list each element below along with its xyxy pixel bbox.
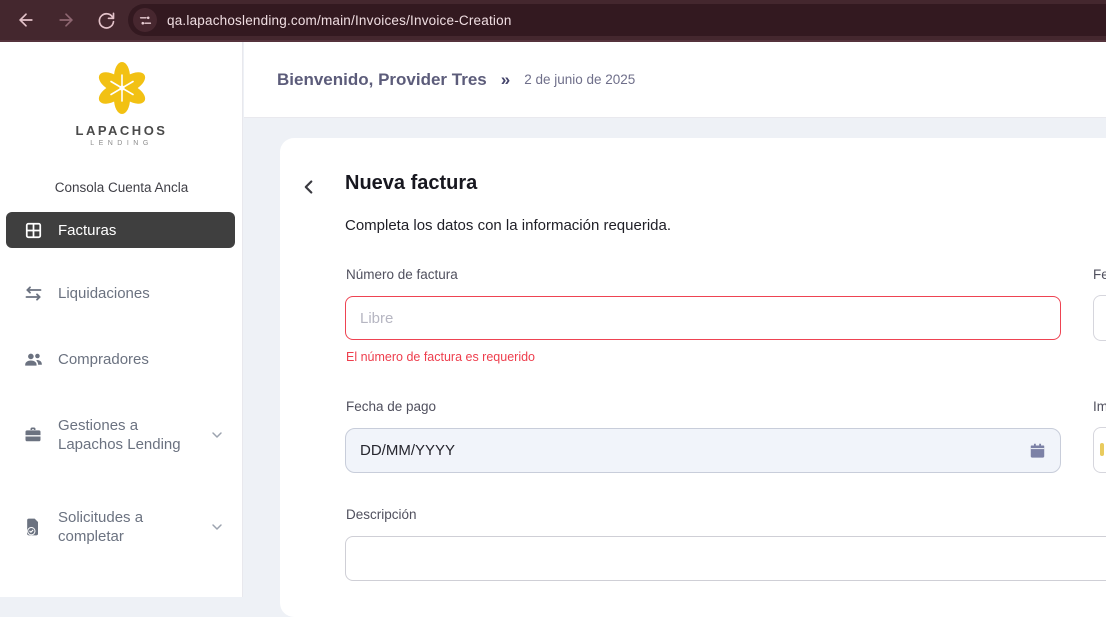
new-invoice-card: Nueva factura Completa los datos con la …	[280, 138, 1106, 617]
people-icon	[22, 348, 44, 370]
forward-arrow-icon	[59, 13, 73, 27]
header-date: 2 de junio de 2025	[524, 72, 636, 87]
sidebar-item-facturas[interactable]: Facturas	[6, 212, 235, 248]
browser-forward-button[interactable]	[52, 6, 80, 34]
chevron-down-icon	[209, 519, 225, 535]
logo-title: LAPACHOS	[75, 123, 168, 138]
url-text: qa.lapachoslending.com/main/Invoices/Inv…	[167, 12, 512, 28]
sidebar-item-label: Liquidaciones	[58, 284, 150, 302]
console-label: Consola Cuenta Ancla	[54, 180, 189, 195]
back-arrow-icon	[19, 13, 33, 27]
sidebar: LAPACHOS LENDING Consola Cuenta Ancla Fa…	[0, 42, 243, 597]
page-title: Nueva factura	[345, 172, 478, 194]
clipped-field-top-label: Fe	[1093, 267, 1106, 282]
invoice-number-error: El número de factura es requerido	[346, 350, 535, 364]
page-header: Bienvenido, Provider Tres » 2 de junio d…	[244, 42, 1106, 118]
calendar-icon[interactable]	[1029, 442, 1046, 459]
invoice-number-label: Número de factura	[346, 267, 458, 282]
grid-icon	[22, 219, 44, 241]
sidebar-item-label: Gestiones a Lapachos Lending	[58, 417, 181, 453]
sidebar-item-solicitudes[interactable]: Solicitudes a completar	[6, 500, 235, 554]
browser-topbar: qa.lapachoslending.com/main/Invoices/Inv…	[0, 0, 1106, 42]
sidebar-item-label: Compradores	[58, 350, 149, 368]
browser-back-button[interactable]	[12, 6, 40, 34]
browser-reload-button[interactable]	[92, 6, 120, 34]
payment-date-input[interactable]: DD/MM/YYYY	[345, 428, 1061, 473]
invoice-number-placeholder: Libre	[360, 309, 394, 327]
sidebar-item-label: Solicitudes a completar	[58, 509, 144, 545]
description-label: Descripción	[346, 507, 417, 522]
payment-date-label: Fecha de pago	[346, 399, 437, 414]
sidebar-nav: Facturas Liquidaciones Compradores Gesti…	[0, 212, 243, 554]
logo: LAPACHOS LENDING	[0, 60, 243, 147]
sidebar-item-liquidaciones[interactable]: Liquidaciones	[6, 274, 235, 312]
welcome-text: Bienvenido, Provider Tres	[277, 69, 487, 89]
sidebar-item-gestiones[interactable]: Gestiones a Lapachos Lending	[6, 408, 235, 462]
reload-icon	[98, 12, 115, 29]
lapachos-flower-logo	[98, 62, 145, 114]
url-bar[interactable]: qa.lapachoslending.com/main/Invoices/Inv…	[128, 4, 1106, 36]
page-subtitle: Completa los datos con la información re…	[345, 217, 672, 234]
clipped-glyph	[1100, 443, 1104, 456]
swap-icon	[22, 282, 44, 304]
sidebar-item-compradores[interactable]: Compradores	[6, 340, 235, 378]
payment-date-value: DD/MM/YYYY	[360, 442, 456, 459]
clipped-field-top-input[interactable]	[1093, 295, 1106, 341]
sidebar-item-label: Facturas	[58, 221, 117, 239]
breadcrumb-chevrons-icon: »	[500, 69, 511, 89]
invoice-number-input[interactable]: Libre	[345, 296, 1061, 340]
back-button[interactable]	[298, 176, 320, 198]
description-input[interactable]	[345, 536, 1106, 581]
chevron-down-icon	[209, 427, 225, 443]
main-content: Nueva factura Completa los datos con la …	[244, 119, 1106, 617]
briefcase-icon	[22, 424, 44, 446]
site-settings-icon[interactable]	[133, 8, 157, 32]
doc-check-icon	[22, 516, 44, 538]
logo-subtitle: LENDING	[90, 140, 153, 147]
clipped-field-bottom-label: Im	[1093, 399, 1106, 414]
